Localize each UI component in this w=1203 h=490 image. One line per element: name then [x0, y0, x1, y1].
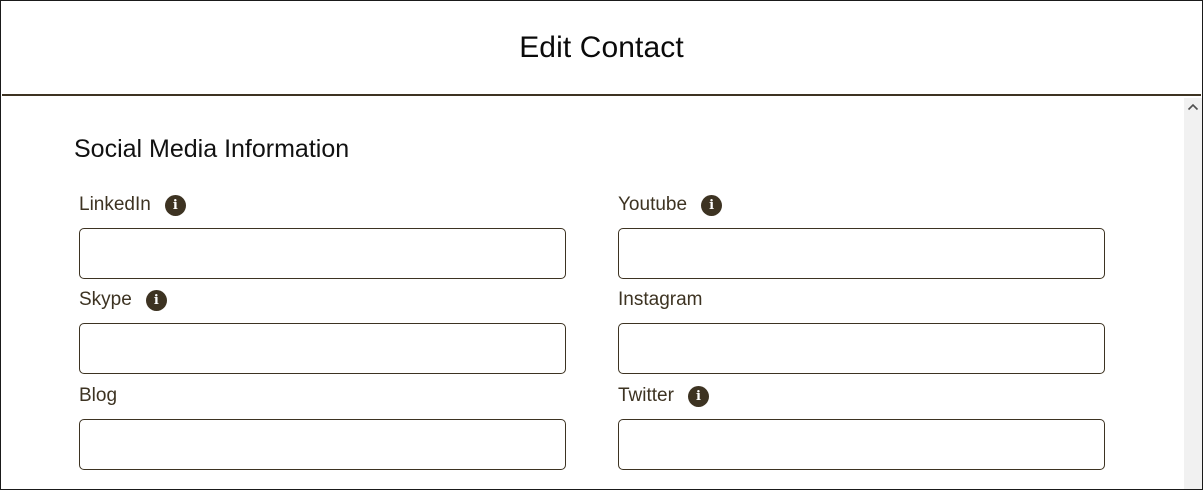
info-icon[interactable]: i [687, 385, 709, 407]
linkedin-input[interactable] [79, 228, 566, 279]
linkedin-label-row: LinkedIn i [79, 193, 566, 217]
twitter-label-row: Twitter i [618, 384, 1105, 408]
instagram-input[interactable] [618, 323, 1105, 374]
info-icon[interactable]: i [145, 289, 167, 311]
instagram-label-row: Instagram [618, 288, 1105, 312]
linkedin-label: LinkedIn [79, 194, 151, 215]
blog-label: Blog [79, 385, 118, 406]
blog-label-row: Blog [79, 384, 566, 408]
twitter-field-group: Twitter i [618, 384, 1105, 470]
blog-input[interactable] [79, 419, 566, 470]
info-icon[interactable]: i [701, 194, 723, 216]
info-icon[interactable]: i [164, 194, 186, 216]
youtube-field-group: Youtube i [618, 193, 1105, 279]
vertical-scrollbar[interactable] [1184, 98, 1202, 489]
twitter-label: Twitter [618, 385, 674, 406]
instagram-label: Instagram [618, 289, 703, 310]
instagram-field-group: Instagram [618, 288, 1105, 374]
scroll-up-button[interactable] [1184, 98, 1202, 116]
modal-title: Edit Contact [519, 31, 684, 64]
skype-label-row: Skype i [79, 288, 566, 312]
twitter-input[interactable] [618, 419, 1105, 470]
youtube-label: Youtube [618, 194, 688, 215]
youtube-input[interactable] [618, 228, 1105, 279]
edit-contact-modal: Edit Contact Social Media Information Li… [0, 0, 1203, 490]
skype-input[interactable] [79, 323, 566, 374]
section-heading: Social Media Information [74, 135, 350, 163]
blog-field-group: Blog [79, 384, 566, 470]
youtube-label-row: Youtube i [618, 193, 1105, 217]
chevron-up-icon [1187, 103, 1199, 111]
skype-label: Skype [79, 289, 132, 310]
skype-field-group: Skype i [79, 288, 566, 374]
modal-header: Edit Contact [2, 2, 1201, 96]
linkedin-field-group: LinkedIn i [79, 193, 566, 279]
